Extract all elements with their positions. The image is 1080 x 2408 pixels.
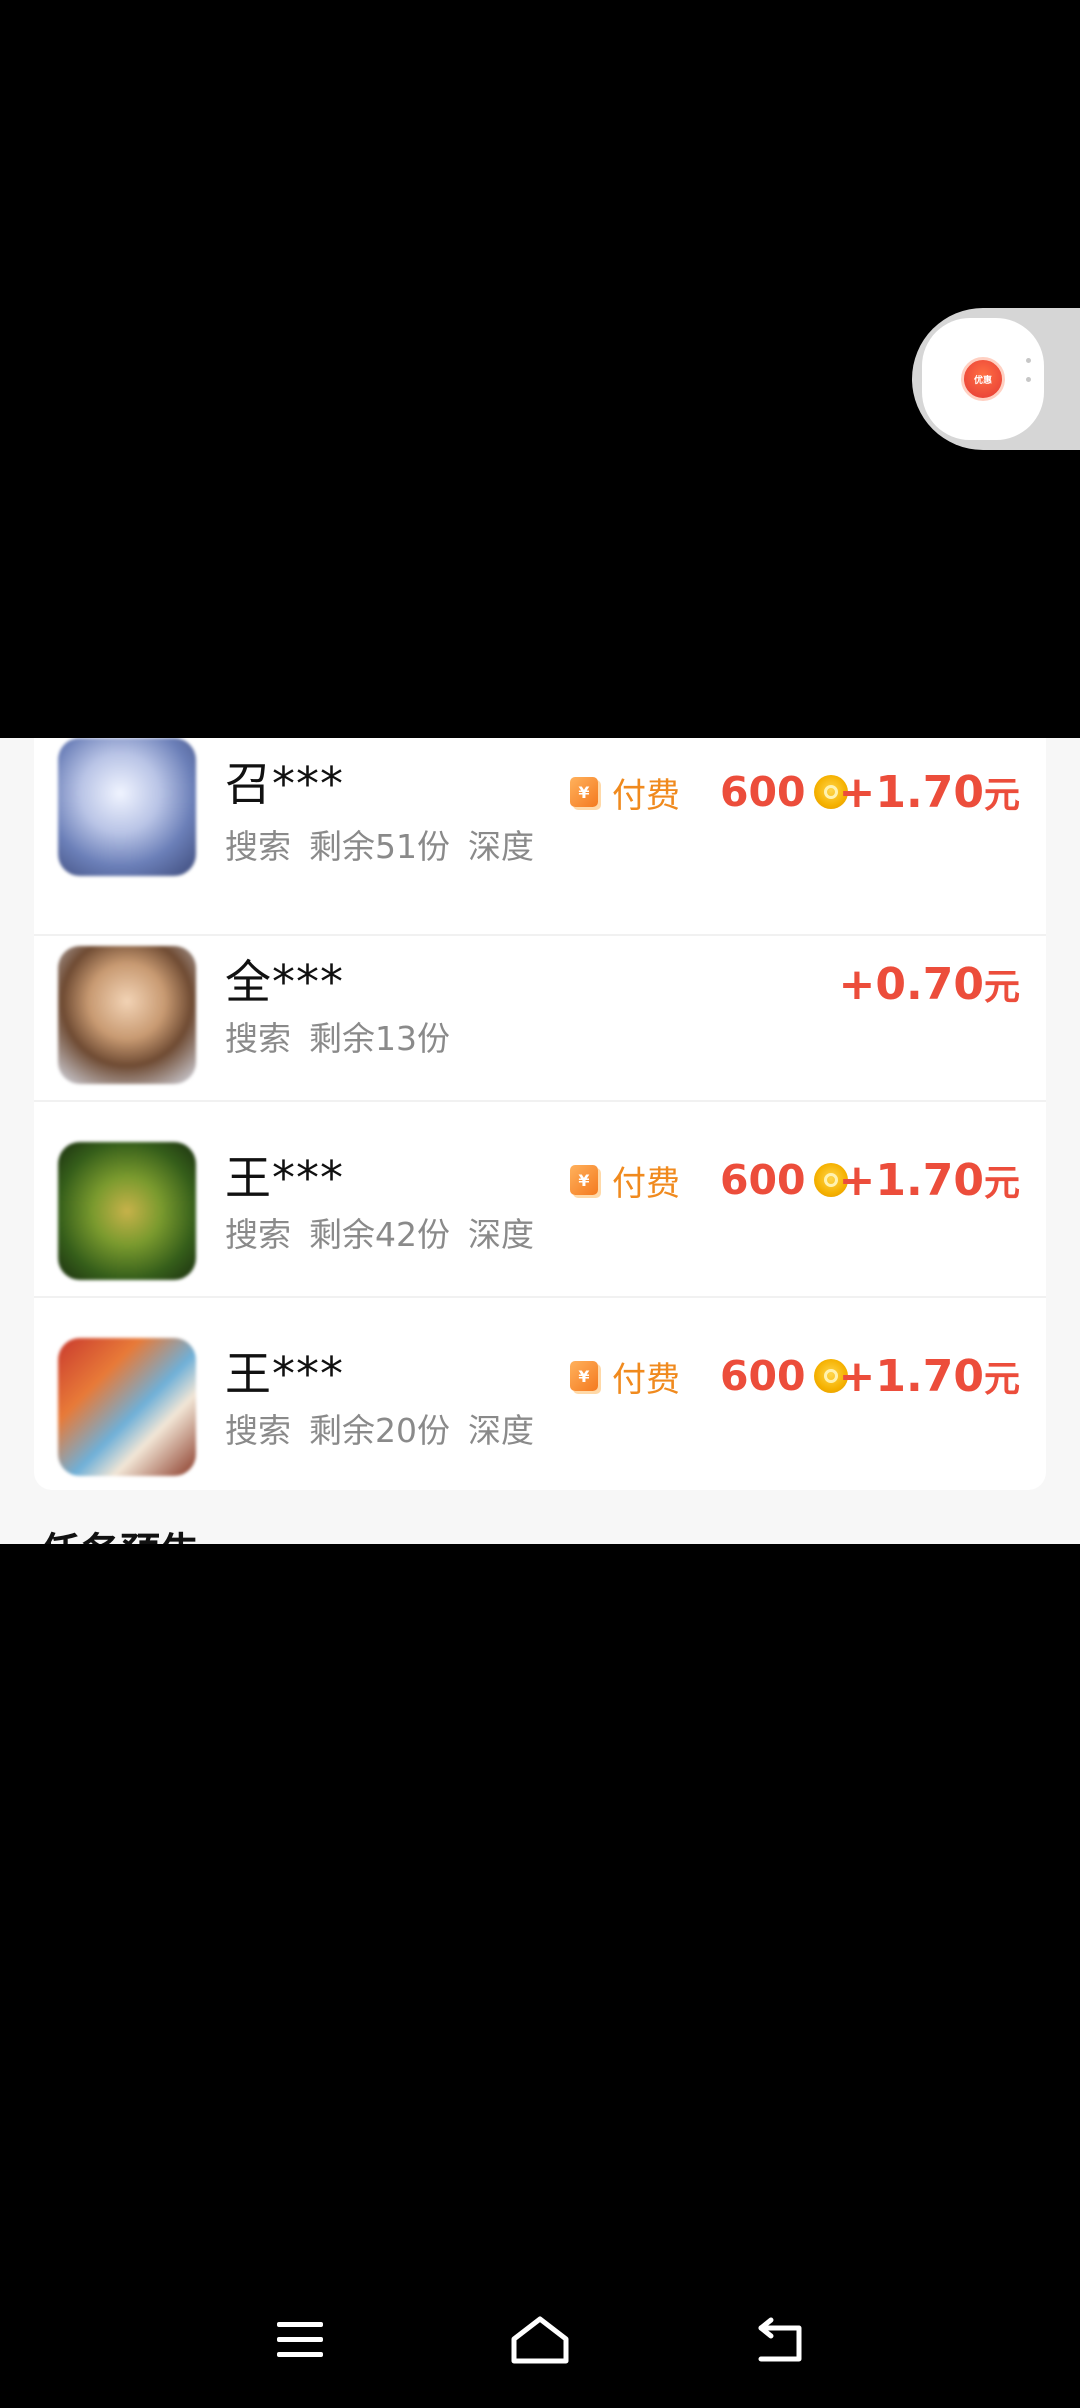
home-icon (511, 2316, 569, 2364)
reward-value: +1.70 (838, 1155, 984, 1206)
tag-depth: 深度 (468, 827, 534, 866)
menu-button[interactable] (260, 2300, 340, 2380)
tag-type: 搜索 (225, 1215, 291, 1254)
drag-dots-icon (1026, 358, 1032, 396)
home-button[interactable] (500, 2300, 580, 2380)
task-list-area: 召*** 搜索 剩余51份 深度 ¥ 付费 600 +1.70元 全*** 搜索… (0, 738, 1080, 1544)
task-row[interactable]: 全*** 搜索 剩余13份 +0.70元 (34, 904, 1046, 1102)
paid-icon: ¥ (570, 777, 598, 807)
floating-assistant-button[interactable]: 优惠 (912, 308, 1080, 450)
menu-icon (277, 2322, 323, 2357)
coin-amount: 600 (720, 768, 848, 816)
task-tags: 搜索 剩余20份 深度 (225, 1404, 552, 1452)
reward-amount: +1.70元 (839, 766, 1020, 818)
tag-remaining: 剩余13份 (309, 1019, 450, 1058)
reward-amount: +1.70元 (839, 1154, 1020, 1206)
app-avatar-image (58, 738, 196, 876)
coin-amount: 600 (720, 1352, 848, 1400)
tag-type: 搜索 (225, 1019, 291, 1058)
reward-amount: +1.70元 (839, 1350, 1020, 1402)
back-icon (758, 2317, 802, 2362)
system-navigation-bar (0, 2300, 1080, 2390)
tag-type: 搜索 (225, 1411, 291, 1450)
app-logo-icon: 优惠 (961, 357, 1005, 401)
coin-value: 600 (720, 1156, 806, 1204)
coin-value: 600 (720, 1352, 806, 1400)
tag-type: 搜索 (225, 827, 291, 866)
floating-button-inner: 优惠 (922, 318, 1044, 440)
reward-value: +0.70 (838, 959, 984, 1010)
app-avatar-image (58, 1142, 196, 1280)
coin-value: 600 (720, 768, 806, 816)
reward-value: +1.70 (838, 1351, 984, 1402)
tag-remaining: 剩余42份 (309, 1215, 450, 1254)
task-row[interactable]: 王*** 搜索 剩余20份 深度 ¥ 付费 600 +1.70元 (34, 1296, 1046, 1490)
task-list-card: 召*** 搜索 剩余51份 深度 ¥ 付费 600 +1.70元 全*** 搜索… (34, 738, 1046, 1490)
paid-icon: ¥ (570, 1165, 598, 1195)
section-title: 任务预告 (40, 1520, 200, 1544)
reward-unit: 元 (983, 775, 1020, 816)
app-avatar-image (58, 946, 196, 1084)
reward-value: +1.70 (838, 767, 984, 818)
coin-amount: 600 (720, 1156, 848, 1204)
paid-label: 付费 (612, 775, 680, 816)
paid-icon: ¥ (570, 1361, 598, 1391)
paid-badge: ¥ 付费 (570, 770, 680, 816)
task-name: 召*** (225, 757, 344, 811)
paid-label: 付费 (612, 1163, 680, 1204)
paid-badge: ¥ 付费 (570, 1354, 680, 1400)
reward-unit: 元 (983, 1359, 1020, 1400)
task-tags: 搜索 剩余13份 (225, 1012, 468, 1060)
reward-unit: 元 (983, 967, 1020, 1008)
tag-remaining: 剩余20份 (309, 1411, 450, 1450)
tag-depth: 深度 (468, 1411, 534, 1450)
task-row[interactable]: 王*** 搜索 剩余42份 深度 ¥ 付费 600 +1.70元 (34, 1100, 1046, 1298)
app-avatar-image (58, 1338, 196, 1476)
task-tags: 搜索 剩余51份 深度 (225, 820, 552, 868)
reward-unit: 元 (983, 1163, 1020, 1204)
task-name: 王*** (225, 1151, 344, 1205)
reward-amount: +0.70元 (839, 958, 1020, 1010)
back-button[interactable] (740, 2300, 820, 2380)
paid-badge: ¥ 付费 (570, 1158, 680, 1204)
task-name: 王*** (225, 1347, 344, 1401)
task-name: 全*** (225, 955, 344, 1009)
task-tags: 搜索 剩余42份 深度 (225, 1208, 552, 1256)
tag-remaining: 剩余51份 (309, 827, 450, 866)
app-logo-text: 优惠 (973, 375, 992, 386)
tag-depth: 深度 (468, 1215, 534, 1254)
screen: 优惠 召*** 搜索 剩余51份 深度 ¥ 付费 600 +1.70元 全***… (0, 0, 1080, 2408)
paid-label: 付费 (612, 1359, 680, 1400)
